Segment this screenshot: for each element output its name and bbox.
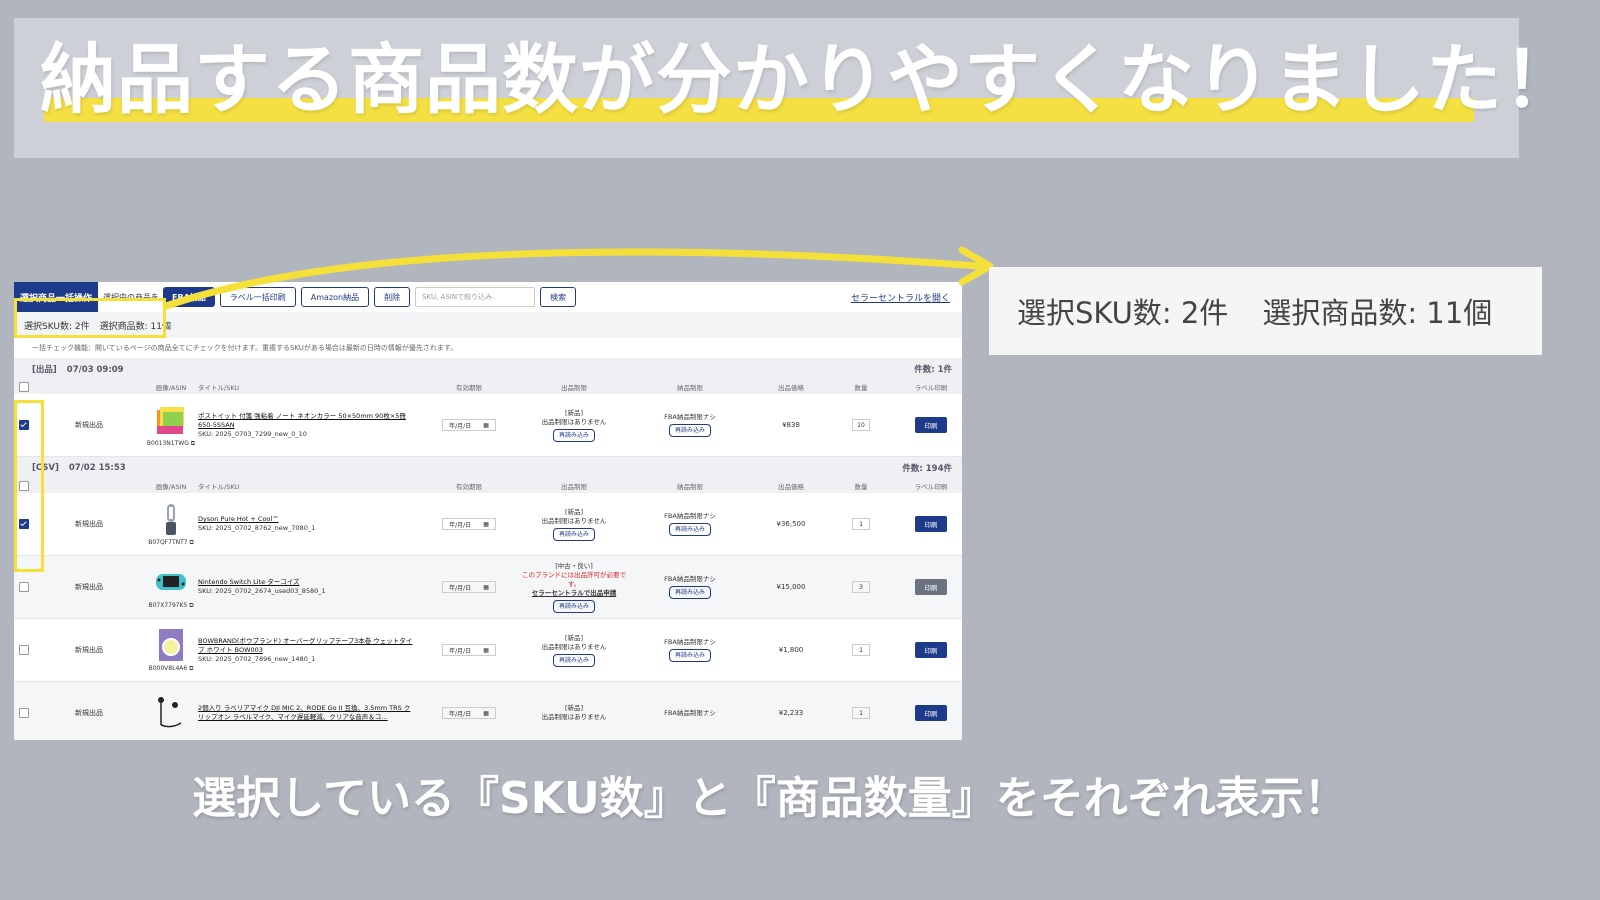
zoom-sku-count: 選択SKU数: 2件 <box>1017 296 1229 330</box>
headline: 納品する商品数が分かりやすくなりました！ <box>40 35 1580 124</box>
zoomed-counts: 選択SKU数: 2件 選択商品数: 11個 <box>989 267 1542 355</box>
zoom-item-count: 選択商品数: 11個 <box>1262 296 1493 330</box>
caption: 選択している『SKU数』と『商品数量』をそれぞれ表示！ <box>192 773 1348 824</box>
